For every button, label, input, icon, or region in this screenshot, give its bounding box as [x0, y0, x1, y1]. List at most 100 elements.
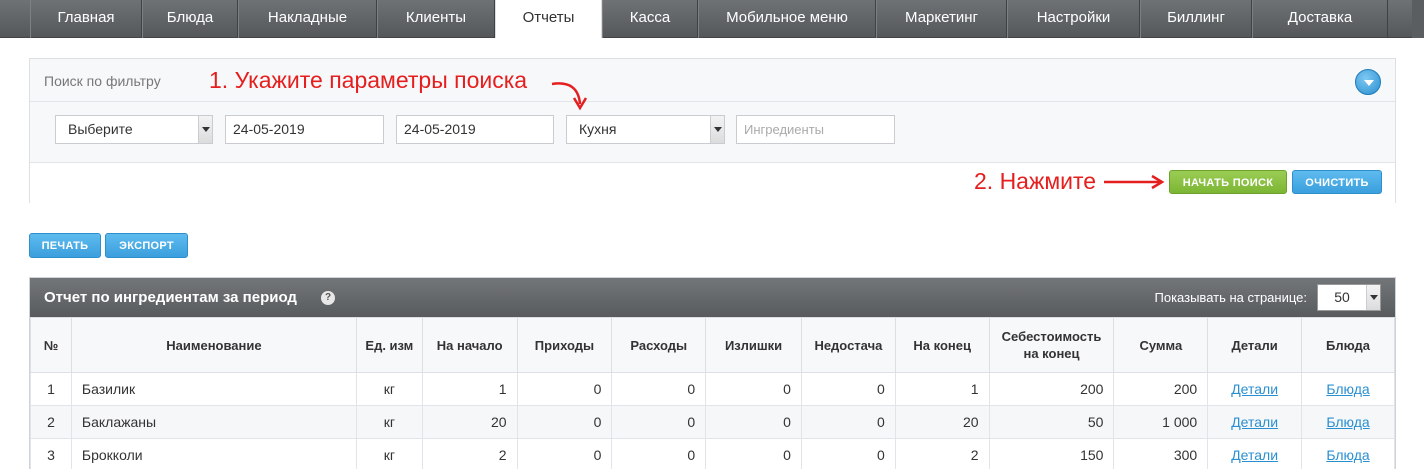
tab-reports[interactable]: Отчеты — [495, 0, 602, 38]
report-title: Отчет по ингредиентам за период — [44, 289, 297, 306]
cell-details: Детали — [1207, 405, 1303, 439]
details-link[interactable]: Детали — [1231, 381, 1278, 397]
cell-income: 0 — [516, 372, 613, 406]
cell-expense: 0 — [611, 372, 707, 406]
cell-dishes: Блюда — [1301, 372, 1395, 406]
table-row: 2 Баклажаны кг 20 0 0 0 0 20 50 1 000 Де… — [30, 405, 1395, 439]
column-header[interactable]: Наименование — [70, 317, 357, 373]
date-to-input[interactable]: 24-05-2019 — [396, 115, 554, 144]
cell-num: 3 — [30, 438, 72, 469]
details-link[interactable]: Детали — [1231, 447, 1278, 463]
column-header[interactable]: Недостача — [800, 317, 896, 373]
cell-income: 0 — [516, 438, 613, 469]
cell-expense: 0 — [611, 438, 707, 469]
cell-sum: 200 — [1113, 372, 1209, 406]
cell-unit: кг — [355, 438, 423, 469]
main-navigation: Главная Блюда Накладные Клиенты Отчеты К… — [0, 0, 1424, 38]
dishes-link[interactable]: Блюда — [1326, 447, 1369, 463]
tab-mobile-menu[interactable]: Мобильное меню — [698, 0, 876, 38]
tab-main[interactable]: Главная — [30, 0, 142, 38]
column-header[interactable]: Сумма — [1113, 317, 1209, 373]
column-header[interactable]: Приходы — [516, 317, 613, 373]
cell-dishes: Блюда — [1301, 405, 1395, 439]
tab-dishes[interactable]: Блюда — [142, 0, 238, 38]
table-header-row: № Наименование Ед. изм На начало Приходы… — [30, 317, 1395, 373]
tab-invoices[interactable]: Накладные — [238, 0, 377, 38]
cell-shortage: 0 — [800, 438, 896, 469]
cell-sum: 300 — [1113, 438, 1209, 469]
cell-cost: 150 — [988, 438, 1115, 469]
filter-title: Поиск по фильтру — [44, 73, 161, 89]
cell-end: 2 — [894, 438, 990, 469]
tab-clients[interactable]: Клиенты — [377, 0, 495, 38]
cell-start: 2 — [421, 438, 518, 469]
column-header[interactable]: На начало — [421, 317, 518, 373]
per-page-select[interactable]: 50 — [1317, 284, 1381, 311]
column-header[interactable]: Ед. изм — [355, 317, 423, 373]
column-header[interactable]: Излишки — [705, 317, 802, 373]
cell-surplus: 0 — [705, 405, 802, 439]
print-button[interactable]: ПЕЧАТЬ — [29, 233, 101, 258]
tab-marketing[interactable]: Маркетинг — [876, 0, 1007, 38]
type-select[interactable]: Выберите — [55, 115, 213, 144]
column-header[interactable]: Блюда — [1301, 317, 1395, 373]
dropdown-arrow-icon[interactable] — [710, 116, 724, 143]
date-from-input[interactable]: 24-05-2019 — [225, 115, 384, 144]
export-button[interactable]: ЭКСПОРТ — [105, 233, 188, 258]
dropdown-arrow-icon[interactable] — [1366, 285, 1380, 310]
cell-cost: 200 — [988, 372, 1115, 406]
tab-settings[interactable]: Настройки — [1007, 0, 1140, 38]
dishes-link[interactable]: Блюда — [1326, 381, 1369, 397]
details-link[interactable]: Детали — [1231, 414, 1278, 430]
cell-cost: 50 — [988, 405, 1115, 439]
dropdown-arrow-icon[interactable] — [198, 116, 212, 143]
annotation-step2: 2. Нажмите — [974, 168, 1097, 194]
filter-fields: Выберите 24-05-2019 24-05-2019 Кухня Инг… — [30, 102, 1395, 163]
report-header: Отчет по ингредиентам за период ? Показы… — [30, 278, 1395, 317]
help-icon[interactable]: ? — [321, 291, 335, 305]
tab-delivery[interactable]: Доставка — [1252, 0, 1388, 38]
place-select[interactable]: Кухня — [566, 115, 725, 144]
cell-name: Брокколи — [70, 438, 357, 469]
annotation-step1: 1. Укажите параметры поиска — [209, 67, 528, 93]
cell-shortage: 0 — [800, 405, 896, 439]
collapse-chevron-icon[interactable] — [1355, 69, 1381, 95]
cell-name: Базилик — [70, 372, 357, 406]
cell-start: 1 — [421, 372, 518, 406]
cell-end: 20 — [894, 405, 990, 439]
table-row: 1 Базилик кг 1 0 0 0 0 1 200 200 Детали … — [30, 372, 1395, 406]
search-button[interactable]: НАЧАТЬ ПОИСК — [1169, 170, 1287, 194]
dishes-link[interactable]: Блюда — [1326, 414, 1369, 430]
column-header[interactable]: На конец — [894, 317, 990, 373]
tab-cashbox[interactable]: Касса — [602, 0, 698, 38]
tab-billing[interactable]: Биллинг — [1140, 0, 1252, 38]
nav-tail — [1412, 0, 1424, 38]
clear-button[interactable]: ОЧИСТИТЬ — [1292, 170, 1382, 194]
cell-dishes: Блюда — [1301, 438, 1395, 469]
cell-details: Детали — [1207, 438, 1303, 469]
type-select-value: Выберите — [68, 121, 133, 137]
cell-num: 1 — [30, 372, 72, 406]
cell-num: 2 — [30, 405, 72, 439]
column-header[interactable]: Себестоимость на конец — [988, 317, 1115, 373]
cell-expense: 0 — [611, 405, 707, 439]
report-panel: Отчет по ингредиентам за период ? Показы… — [29, 277, 1396, 469]
ingredients-input[interactable]: Ингредиенты — [736, 115, 895, 144]
per-page-label: Показывать на странице: — [1154, 290, 1308, 305]
column-header[interactable]: Расходы — [611, 317, 707, 373]
cell-name: Баклажаны — [70, 405, 357, 439]
column-header[interactable]: № — [30, 317, 72, 373]
cell-end: 1 — [894, 372, 990, 406]
table-row: 3 Брокколи кг 2 0 0 0 0 2 150 300 Детали… — [30, 438, 1395, 469]
cell-details: Детали — [1207, 372, 1303, 406]
cell-shortage: 0 — [800, 372, 896, 406]
cell-surplus: 0 — [705, 372, 802, 406]
column-header[interactable]: Детали — [1207, 317, 1303, 373]
annotation-arrow-right-icon — [1104, 174, 1165, 190]
cell-start: 20 — [421, 405, 518, 439]
per-page-value: 50 — [1334, 289, 1350, 305]
cell-unit: кг — [355, 372, 423, 406]
cell-income: 0 — [516, 405, 613, 439]
cell-unit: кг — [355, 405, 423, 439]
annotation-arrow-down-icon — [551, 82, 588, 111]
